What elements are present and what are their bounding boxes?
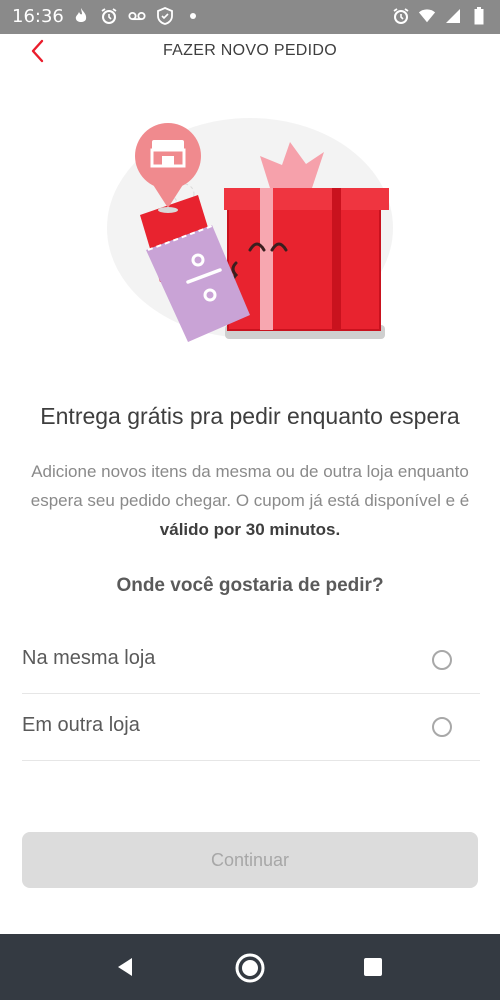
option-same-store[interactable]: Na mesma loja [22, 627, 480, 694]
battery-icon [470, 7, 488, 25]
page-title: FAZER NOVO PEDIDO [162, 42, 337, 59]
nav-bar [0, 934, 500, 1000]
header: FAZER NOVO PEDIDO [0, 34, 500, 70]
dot-icon [184, 7, 202, 25]
back-triangle-icon[interactable] [114, 956, 136, 978]
headline: Entrega grátis pra pedir enquanto espera [40, 403, 460, 429]
status-right-icons [392, 7, 488, 25]
fire-icon [72, 7, 90, 25]
description-text: Adicione novos itens da mesma ou de outr… [30, 462, 470, 510]
option-other-store[interactable]: Em outra loja [22, 694, 480, 761]
radio-other-store[interactable] [432, 717, 452, 737]
coupon-gift-illustration [107, 118, 393, 342]
description: Adicione novos itens da mesma ou de outr… [24, 457, 476, 544]
alarm-icon [392, 7, 410, 25]
home-circle-icon[interactable] [234, 952, 266, 984]
shield-icon [156, 7, 174, 25]
continue-button[interactable]: Continuar [22, 832, 478, 888]
alarm-icon [100, 7, 118, 25]
option-label: Em outra loja [22, 714, 140, 736]
status-bar: 16:36 [0, 0, 500, 34]
signal-icon [444, 7, 462, 25]
description-bold: válido por 30 minutos. [159, 520, 341, 539]
recents-square-icon[interactable] [362, 956, 384, 978]
status-time: 16:36 [12, 6, 64, 27]
radio-same-store[interactable] [432, 650, 452, 670]
illustration [100, 110, 400, 355]
status-left-icons [72, 7, 202, 25]
option-label: Na mesma loja [22, 647, 156, 669]
wifi-icon [418, 7, 436, 25]
question: Onde você gostaria de pedir? [116, 575, 384, 596]
voicemail-icon [128, 7, 146, 25]
